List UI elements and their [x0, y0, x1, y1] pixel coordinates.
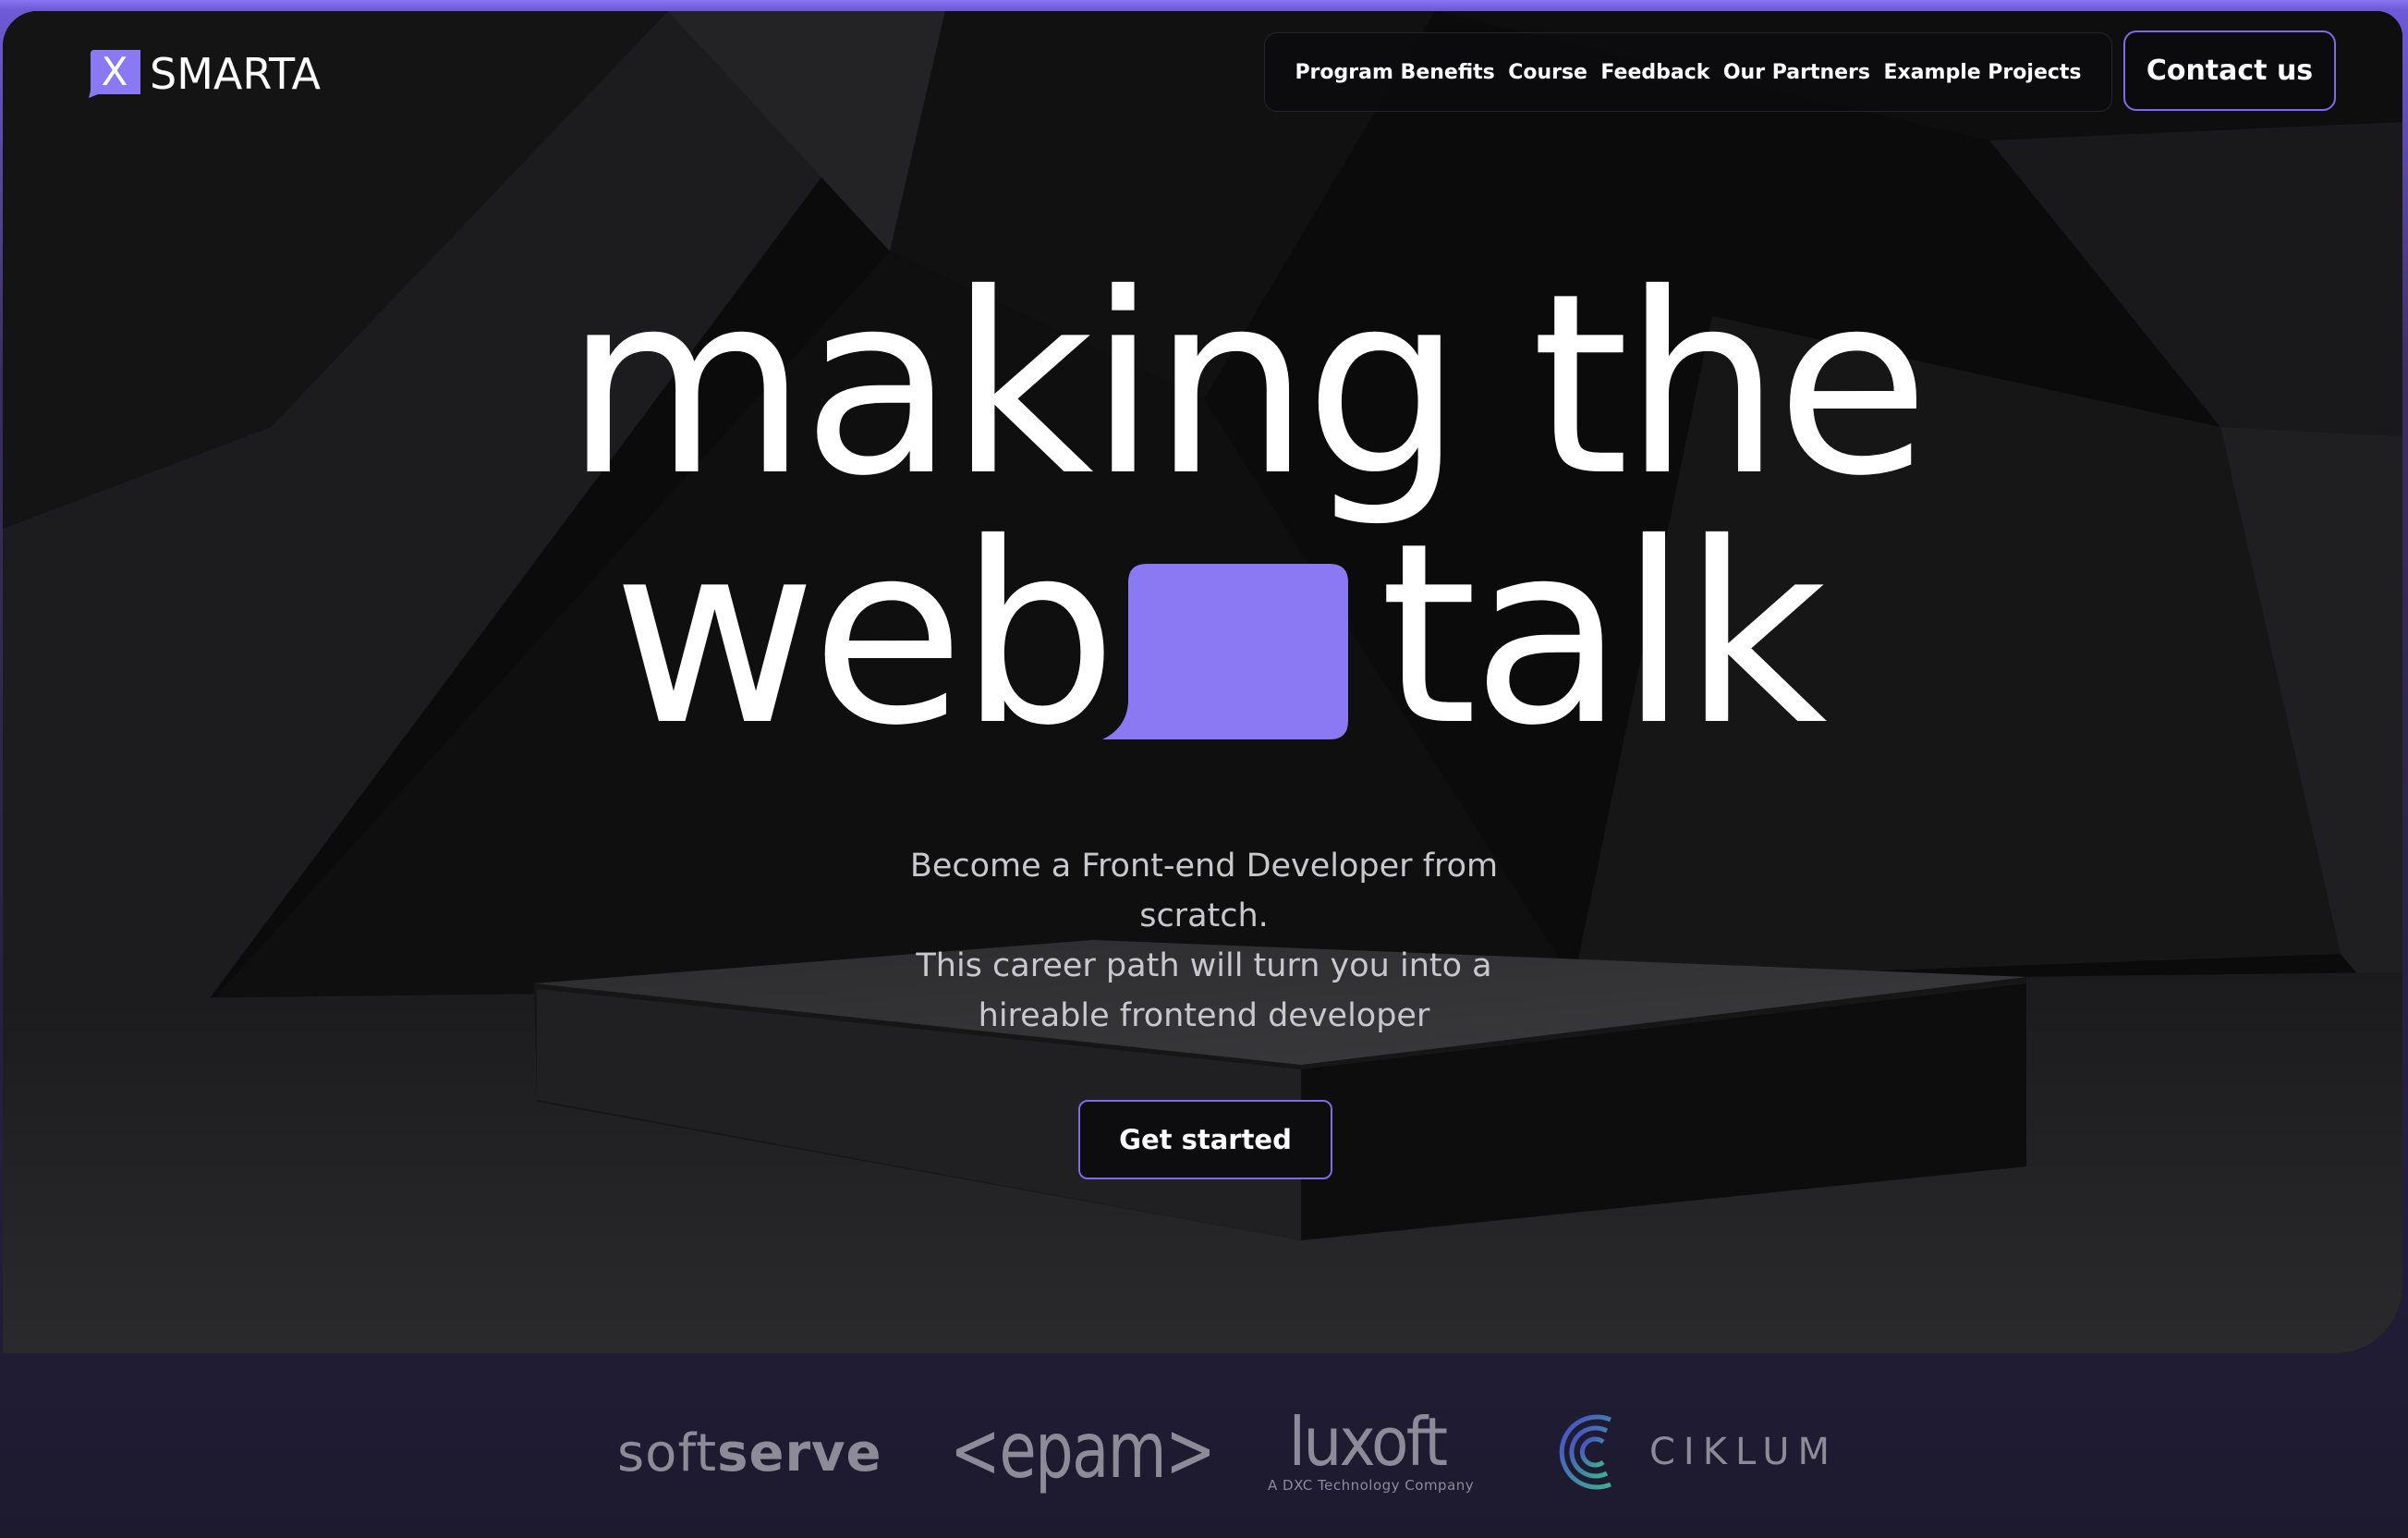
nav-item-our-partners[interactable]: Our Partners: [1723, 61, 1870, 84]
partner-logo-ciklum: CIKLUM: [1555, 1412, 1838, 1492]
page: X SMARTA Program Benefits Course Feedbac…: [0, 0, 2408, 1538]
logo-letter: X: [101, 49, 128, 94]
nav-item-course[interactable]: Course: [1508, 61, 1587, 84]
get-started-button[interactable]: Get started: [1078, 1100, 1332, 1179]
logo-icon: X: [89, 50, 140, 98]
ciklum-mark-icon: [1559, 1414, 1611, 1490]
headline-line-1: making the: [565, 239, 1929, 531]
subtitle-line: scratch.: [1139, 897, 1269, 934]
headline-word-web: web: [613, 489, 1117, 780]
main-nav: Program Benefits Course Feedback Our Par…: [1264, 32, 2112, 112]
ciklum-wordmark: CIKLUM: [1649, 1431, 1839, 1473]
subtitle-line: hireable frontend developer: [978, 997, 1430, 1034]
luxoft-wordmark: luxoft: [1288, 1403, 1448, 1481]
partner-logo-softserve: softserve: [617, 1423, 882, 1483]
nav-item-program-benefits[interactable]: Program Benefits: [1295, 61, 1494, 84]
subtitle-line: This career path will turn you into a: [916, 947, 1492, 984]
brand-logo[interactable]: X SMARTA: [89, 49, 321, 99]
headline-word-talk: talk: [1380, 489, 1828, 780]
softserve-bold-text: serve: [717, 1423, 882, 1483]
hero-section: X SMARTA Program Benefits Course Feedbac…: [3, 11, 2402, 1353]
chat-bubble-icon: [1102, 564, 1348, 739]
contact-us-button[interactable]: Contact us: [2123, 31, 2336, 111]
partners-strip: softserve <epam> luxoft A DXC Technology…: [0, 1353, 2408, 1538]
partner-logo-luxoft: luxoft A DXC Technology Company: [1268, 1403, 1474, 1494]
subtitle-line: Become a Front-end Developer from: [909, 848, 1499, 885]
hero-subtitle: Become a Front-end Developer from scratc…: [862, 841, 1546, 1041]
nav-item-example-projects[interactable]: Example Projects: [1883, 61, 2081, 84]
softserve-light-text: soft: [617, 1423, 718, 1483]
partner-logo-epam: <epam>: [950, 1405, 1216, 1495]
brand-name: SMARTA: [150, 49, 321, 99]
nav-item-feedback[interactable]: Feedback: [1600, 61, 1709, 84]
